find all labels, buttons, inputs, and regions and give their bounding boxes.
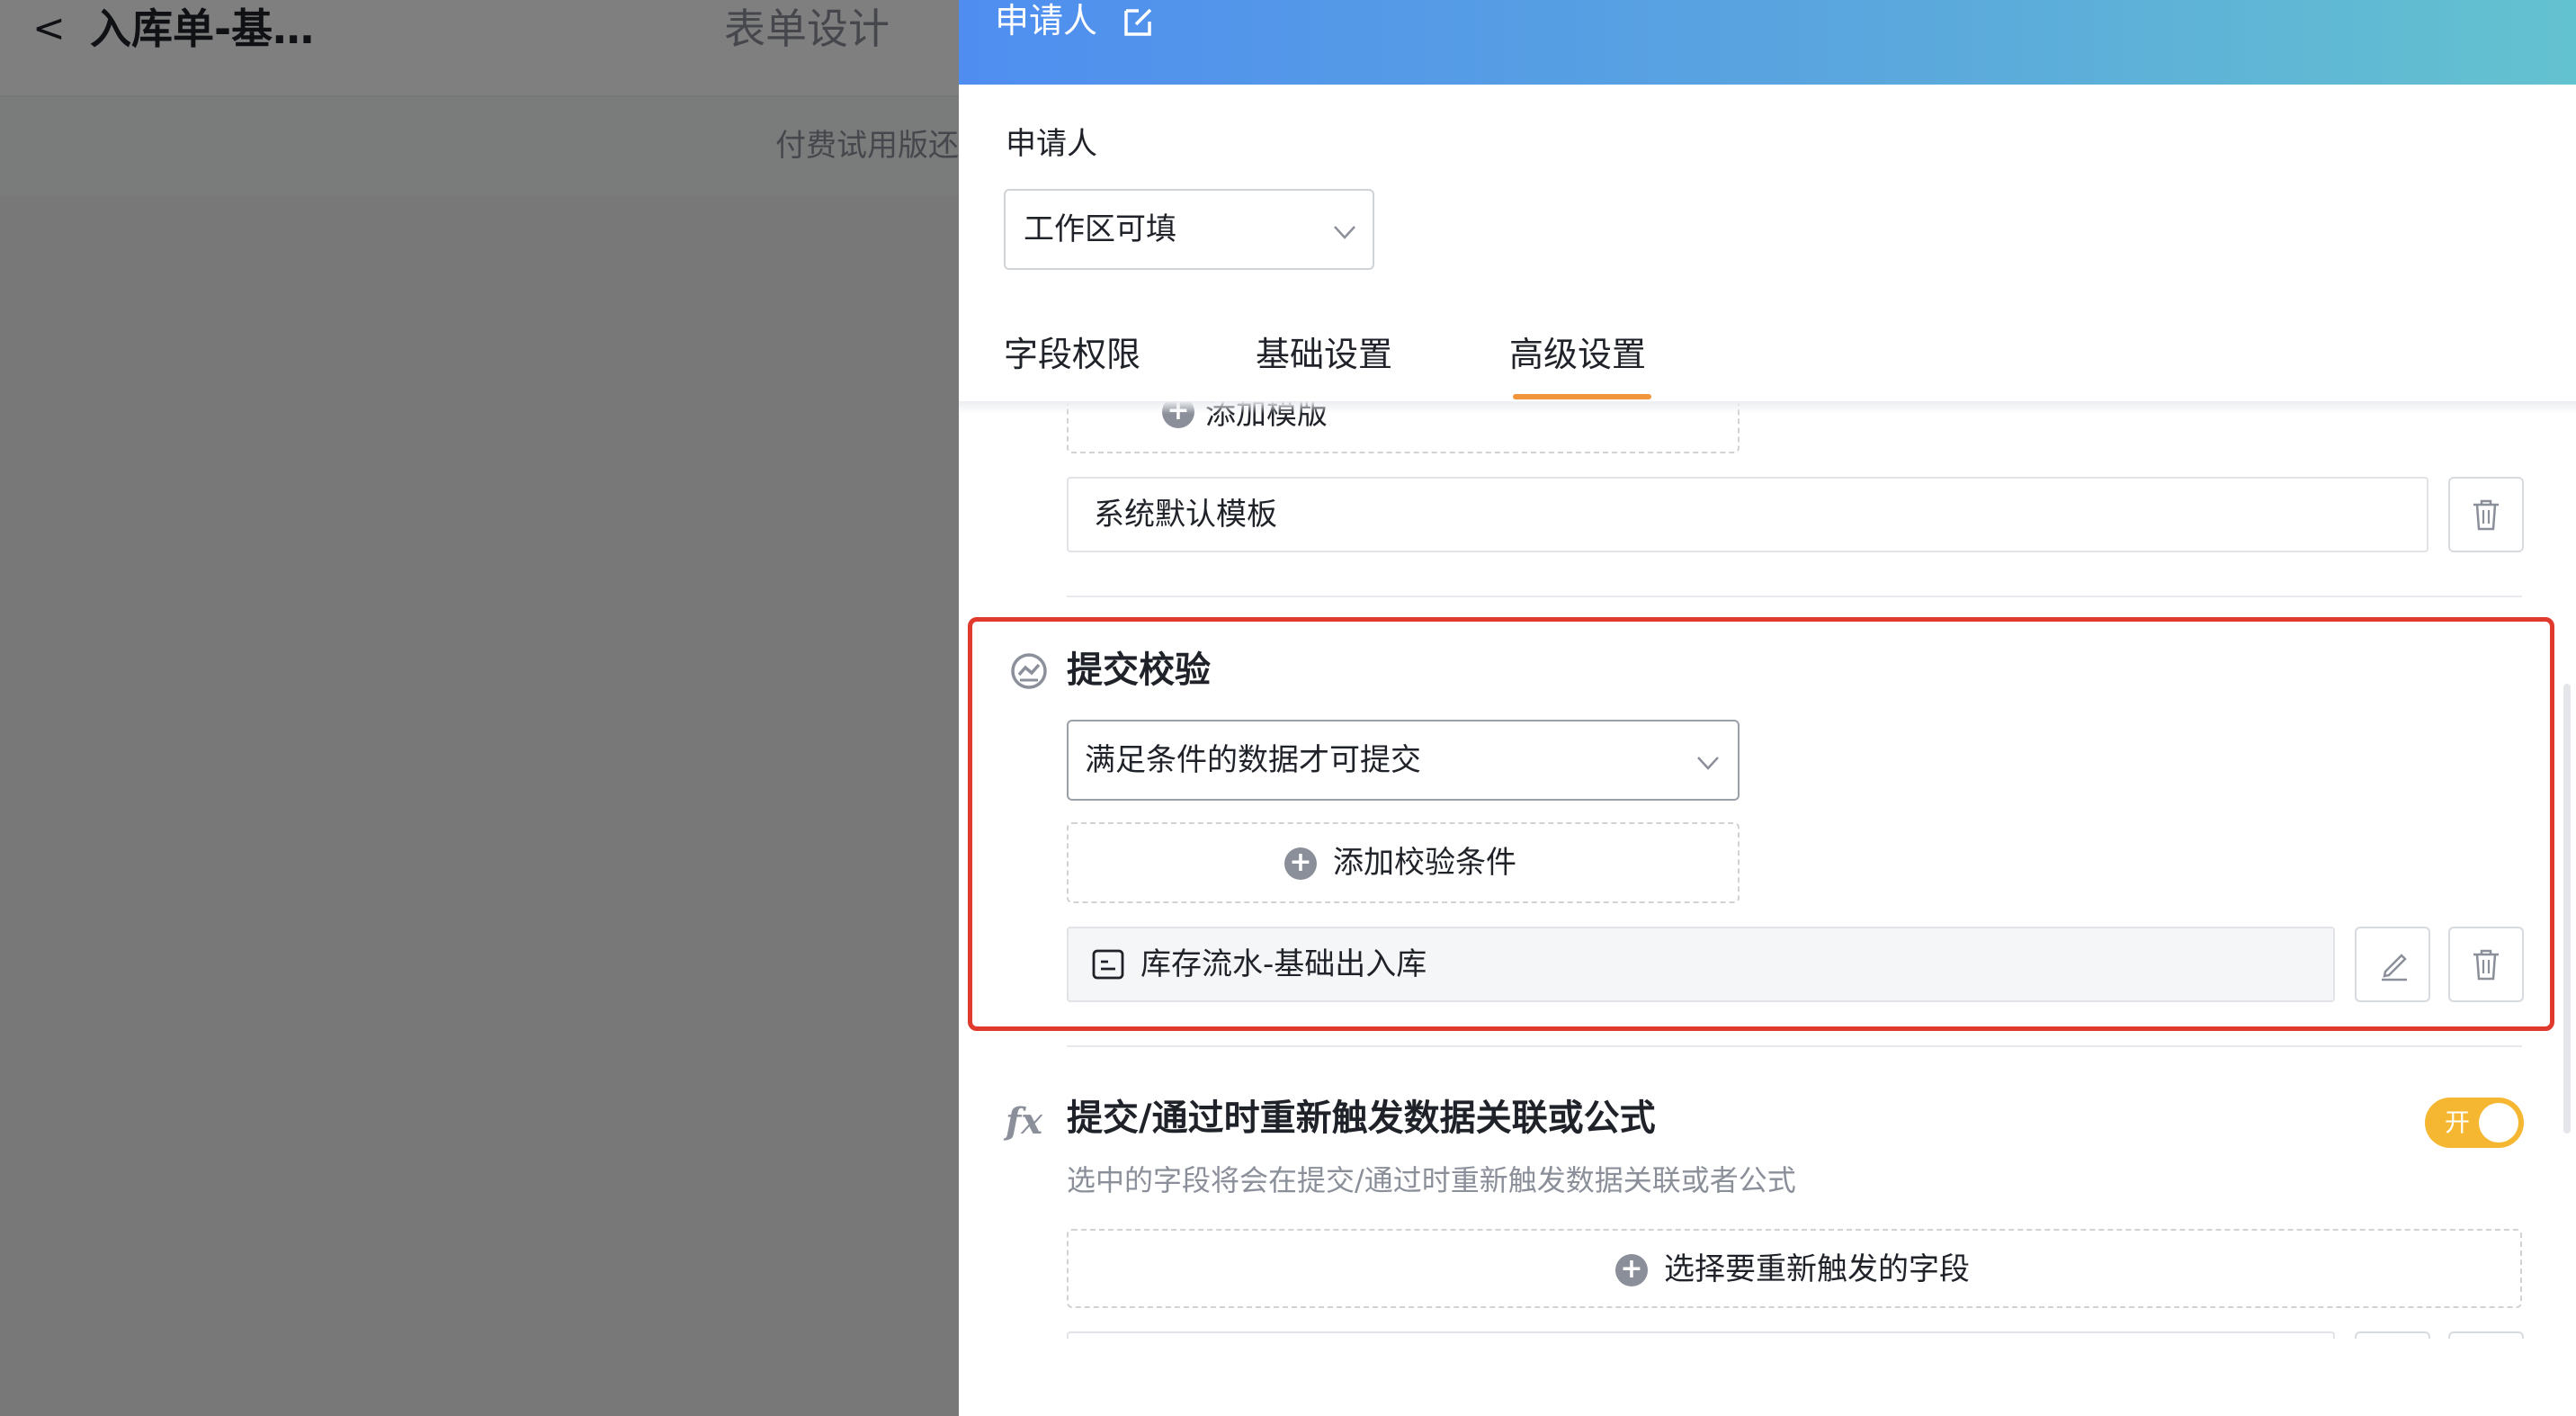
add-condition-button[interactable]: + 添加校验条件 [1067, 822, 1740, 903]
submit-check-title: 提交校验 [1067, 650, 1211, 691]
submit-check-icon [1011, 653, 1047, 689]
drawer-title: 申请人 [995, 1, 1098, 40]
drawer-header: 申请人 [959, 0, 2576, 85]
tabs-shadow [959, 401, 2576, 414]
select-retrigger-fields-label: 选择要重新触发的字段 [1664, 1251, 1970, 1287]
toggle-label: 开 [2445, 1107, 2471, 1137]
edit-icon[interactable] [1121, 4, 1157, 40]
chevron-down-icon [1697, 757, 1719, 770]
settings-drawer: + 添加模版 申请人 申请人 工作区可填 字段权限 基础设置 高级设置 系统默认… [959, 0, 2576, 1416]
add-circle-icon: + [1615, 1254, 1648, 1286]
edit-condition-button[interactable] [2355, 927, 2430, 1002]
template-row[interactable]: 系统默认模板 [1067, 477, 2428, 552]
add-condition-label: 添加校验条件 [1333, 845, 1516, 881]
trash-icon [2473, 949, 2499, 981]
trash-icon [2473, 499, 2499, 531]
permission-select-value: 工作区可填 [1024, 211, 1176, 247]
retrigger-title: 提交/通过时重新触发数据关联或公式 [1067, 1098, 1656, 1139]
retrigger-description: 选中的字段将会在提交/通过时重新触发数据关联或者公式 [1067, 1163, 1796, 1197]
section-divider [1067, 1045, 2522, 1047]
delete-condition-button[interactable] [2448, 927, 2524, 1002]
pencil-icon [2382, 954, 2407, 981]
check-mode-select[interactable]: 满足条件的数据才可提交 [1067, 720, 1740, 801]
toggle-knob [2479, 1103, 2518, 1143]
scrollbar[interactable] [2563, 684, 2571, 1134]
drawer-footer [959, 1339, 2576, 1416]
condition-row[interactable]: 库存流水-基础出入库 [1067, 927, 2335, 1002]
select-retrigger-fields-button[interactable]: + 选择要重新触发的字段 [1067, 1229, 2522, 1308]
tab-basic-settings[interactable]: 基础设置 [1256, 327, 1392, 381]
tab-field-permissions[interactable]: 字段权限 [1004, 327, 1140, 381]
chevron-down-icon [1334, 226, 1355, 239]
template-row-label: 系统默认模板 [1094, 497, 1277, 533]
tab-advanced-settings[interactable]: 高级设置 [1509, 327, 1646, 381]
active-tab-indicator [1513, 394, 1651, 399]
section-divider [1067, 596, 2522, 597]
add-circle-icon: + [1284, 847, 1317, 880]
permission-select[interactable]: 工作区可填 [1004, 189, 1374, 270]
formula-icon: fx [1006, 1100, 1043, 1143]
check-mode-select-value: 满足条件的数据才可提交 [1085, 742, 1421, 778]
delete-template-button[interactable] [2448, 477, 2524, 552]
form-icon [1092, 949, 1124, 980]
applicant-label: 申请人 [1006, 126, 1097, 162]
condition-row-label: 库存流水-基础出入库 [1140, 946, 1427, 982]
retrigger-toggle[interactable]: 开 [2425, 1098, 2524, 1148]
